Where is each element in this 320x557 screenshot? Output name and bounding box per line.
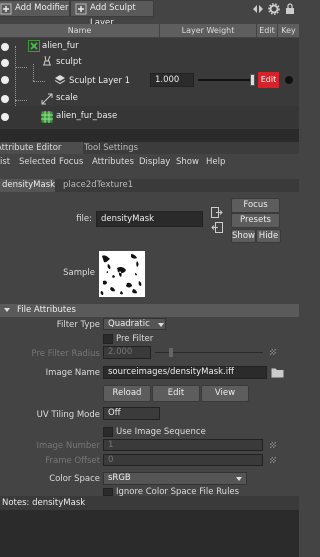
image-name-label: Image Name	[45, 368, 100, 378]
sculpt-label: sculpt	[56, 57, 82, 67]
ignore-color-space-checkbox[interactable]	[103, 488, 113, 496]
tab-attribute-editor[interactable]: Attribute Editor	[0, 142, 83, 154]
pre-filter-checkbox[interactable]	[103, 334, 113, 344]
frame-offset-label: Frame Offset	[45, 456, 100, 466]
sample-swatch	[99, 251, 145, 297]
add-modifier-button[interactable]: Add Modifier	[0, 0, 70, 17]
menu-attributes[interactable]: Attributes	[92, 155, 134, 169]
color-space-dropdown[interactable]: sRGB	[103, 472, 247, 485]
add-sculpt-layer-button[interactable]: Add Sculpt Layer	[70, 0, 154, 28]
presets-button[interactable]: Presets	[231, 213, 280, 228]
menu-bar: ist Selected Focus Attributes Display Sh…	[0, 155, 299, 169]
collapse-arrow-icon[interactable]	[4, 308, 10, 312]
layer-stack-icon	[54, 75, 66, 85]
use-image-sequence-label: Use Image Sequence	[116, 427, 206, 437]
texture-map-icon[interactable]	[270, 457, 276, 463]
sculpt-layer-label: Sculpt Layer 1	[69, 76, 131, 86]
grid-icon	[41, 111, 53, 123]
filter-type-dropdown[interactable]: Quadratic	[103, 318, 166, 330]
ignore-color-space-label: Ignore Color Space File Rules	[116, 487, 240, 496]
pre-filter-radius-handle[interactable]	[169, 348, 173, 357]
color-space-value: sRGB	[108, 473, 131, 483]
file-attributes-header[interactable]: File Attributes	[0, 304, 299, 317]
tree-row-alien-fur-base[interactable]: alien_fur_base	[0, 106, 299, 128]
texture-map-icon[interactable]	[270, 349, 276, 355]
sample-label: Sample	[63, 268, 95, 278]
xgen-icon	[28, 40, 40, 52]
gear-icon[interactable]	[268, 3, 280, 15]
dropdown-arrow-icon	[158, 323, 164, 327]
layer-weight-input[interactable]: 1.000	[150, 73, 194, 87]
add-modifier-label: Add Modifier	[15, 3, 69, 13]
lock-icon[interactable]	[284, 3, 296, 15]
filter-type-value: Quadratic	[108, 319, 150, 329]
reload-button[interactable]: Reload	[103, 385, 151, 402]
color-space-label: Color Space	[49, 474, 100, 484]
menu-help[interactable]: Help	[206, 155, 225, 169]
alien-fur-label: alien_fur	[42, 41, 79, 51]
sculpt-icon	[43, 55, 51, 66]
filter-type-label: Filter Type	[56, 320, 100, 330]
tab-place2d-texture[interactable]: place2dTexture1	[63, 179, 143, 192]
file-name-input[interactable]: densityMask	[96, 211, 203, 227]
tab-density-mask[interactable]: densityMask	[0, 179, 55, 192]
visibility-dot[interactable]	[1, 95, 9, 103]
add-modifier-icon	[0, 3, 12, 15]
menu-show[interactable]: Show	[176, 155, 199, 169]
focus-button[interactable]: Focus	[231, 198, 280, 213]
folder-icon[interactable]	[271, 367, 284, 378]
pre-filter-radius-label: Pre Filter Radius	[31, 349, 100, 359]
maya-ui: Add Modifier Add Sculpt Layer Name Layer…	[0, 0, 299, 557]
image-name-input[interactable]: sourceimages/densityMask.iff	[103, 366, 267, 379]
texture-map-icon[interactable]	[270, 442, 276, 448]
uv-tiling-mode-dropdown[interactable]: Off	[103, 407, 160, 420]
view-image-button[interactable]: View	[201, 385, 249, 402]
layer-weight-slider-handle[interactable]	[250, 74, 255, 86]
use-image-sequence-checkbox[interactable]	[103, 427, 113, 437]
add-layer-icon	[75, 3, 87, 15]
output-connection-icon[interactable]	[211, 222, 223, 233]
hide-button[interactable]: Hide	[256, 229, 281, 243]
section-title: File Attributes	[17, 305, 76, 315]
menu-display[interactable]: Display	[139, 155, 170, 169]
visibility-dot[interactable]	[1, 59, 9, 67]
pre-filter-radius-input[interactable]: 2.000	[103, 346, 151, 359]
layer-weight-track[interactable]	[198, 79, 255, 81]
tab-tool-settings[interactable]: Tool Settings	[84, 142, 144, 154]
visibility-dot[interactable]	[1, 43, 9, 51]
menu-focus[interactable]: Focus	[59, 155, 83, 169]
edit-layer-button[interactable]: Edit	[258, 72, 279, 88]
notes-label: Notes: densityMask	[2, 498, 86, 508]
file-label: file:	[76, 214, 92, 224]
dropdown-arrow-icon	[236, 477, 242, 481]
panel-divider	[0, 129, 299, 142]
uv-tiling-mode-label: UV Tiling Mode	[36, 410, 100, 420]
scale-icon	[41, 93, 53, 105]
notes-textarea[interactable]	[0, 510, 299, 557]
visibility-dot[interactable]	[1, 76, 9, 84]
edit-image-button[interactable]: Edit	[152, 385, 200, 402]
flip-icon[interactable]	[252, 4, 264, 14]
menu-selected[interactable]: Selected	[19, 155, 56, 169]
menu-list[interactable]: ist	[0, 155, 10, 169]
visibility-dot[interactable]	[1, 113, 9, 121]
frame-offset-input[interactable]: 0	[103, 454, 263, 466]
input-connection-icon[interactable]	[211, 207, 223, 218]
alien-fur-base-label: alien_fur_base	[56, 111, 118, 121]
key-dot[interactable]	[285, 76, 293, 84]
image-number-input[interactable]: 1	[103, 439, 263, 451]
show-button[interactable]: Show	[231, 229, 256, 243]
scale-label: scale	[56, 93, 78, 103]
pre-filter-label: Pre Filter	[116, 334, 154, 344]
image-number-label: Image Number	[36, 441, 100, 451]
notes-bar: Notes: densityMask	[0, 496, 299, 510]
